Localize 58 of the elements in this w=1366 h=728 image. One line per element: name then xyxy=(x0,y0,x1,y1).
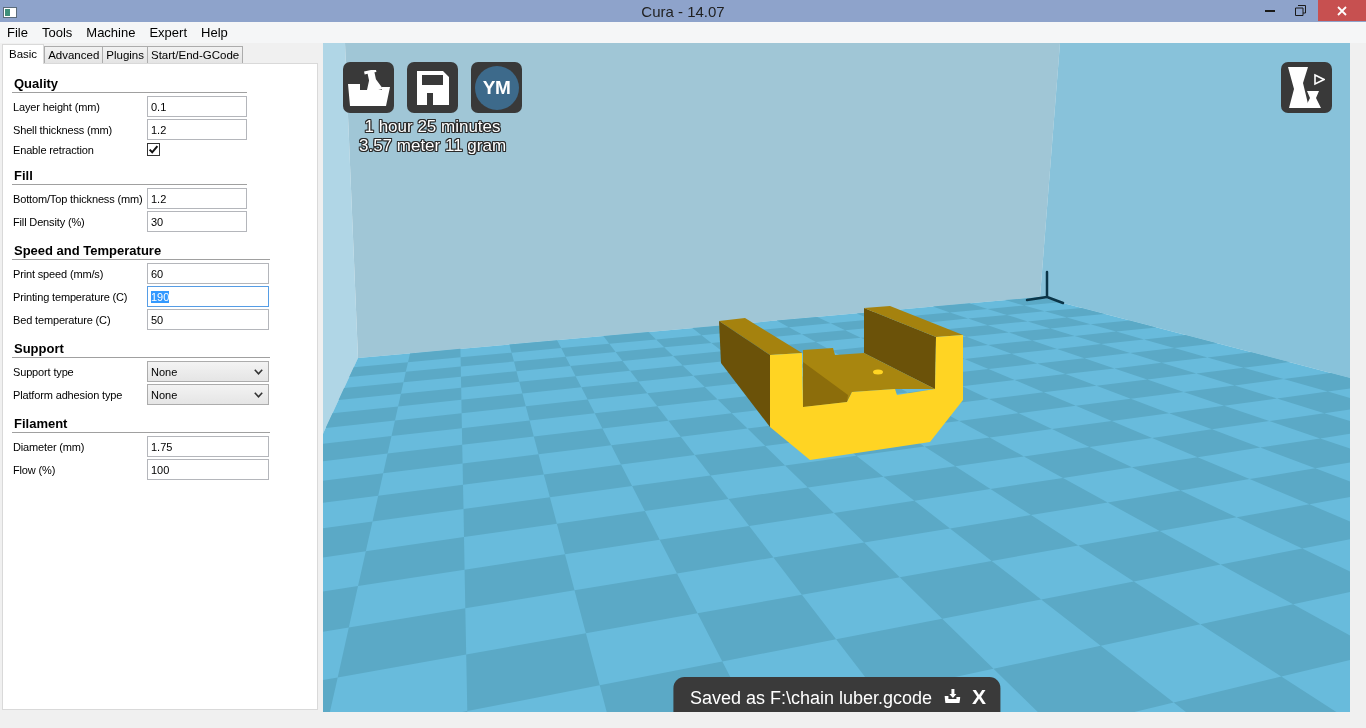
app-icon xyxy=(3,7,17,18)
field-label: Flow (%) xyxy=(13,463,57,476)
field-label: Bed temperature (C) xyxy=(13,313,112,326)
field-label: Shell thickness (mm) xyxy=(13,123,114,136)
printed-part-drawing[interactable] xyxy=(719,306,963,460)
field-label: Printing temperature (C) xyxy=(13,290,129,303)
menu-item[interactable]: Help xyxy=(194,23,235,42)
menu-item[interactable]: File xyxy=(0,23,35,42)
field-label: Enable retraction xyxy=(13,143,95,156)
tab[interactable]: Start/End-GCode xyxy=(147,46,244,63)
field-label: Fill Density (%) xyxy=(13,215,86,228)
dropdown[interactable]: None xyxy=(147,384,269,405)
section-heading: Filament xyxy=(12,413,270,433)
upload-button[interactable]: YM xyxy=(471,62,522,113)
view-mode-button[interactable] xyxy=(1281,62,1332,113)
field-label: Bottom/Top thickness (mm) xyxy=(13,192,144,205)
restore-icon xyxy=(1294,5,1306,16)
tab[interactable]: Plugins xyxy=(102,46,148,63)
tab[interactable]: Basic xyxy=(2,44,45,64)
chevron-down-icon xyxy=(254,368,263,375)
tab[interactable]: Advanced xyxy=(44,46,104,63)
text-field[interactable]: 60 xyxy=(147,263,269,284)
checkbox[interactable] xyxy=(147,143,160,156)
text-field[interactable]: 100 xyxy=(147,459,269,480)
field-label: Layer height (mm) xyxy=(13,100,101,113)
text-field[interactable]: 50 xyxy=(147,309,269,330)
close-icon xyxy=(1337,5,1347,16)
menu-item[interactable]: Machine xyxy=(79,23,143,42)
axis-gizmo-icon xyxy=(1025,270,1065,305)
text-field[interactable]: 1.2 xyxy=(147,119,247,140)
minimize-icon xyxy=(1265,9,1275,12)
section-heading: Fill xyxy=(12,165,247,185)
save-button[interactable] xyxy=(407,62,458,113)
close-button[interactable] xyxy=(1318,0,1366,21)
close-button[interactable]: X xyxy=(972,685,987,709)
chevron-down-icon xyxy=(254,391,263,398)
field-label: Support type xyxy=(13,365,75,378)
field-label: Platform adhesion type xyxy=(13,388,124,401)
window-title: Cura - 14.07 xyxy=(641,2,725,20)
text-field[interactable]: 0.1 xyxy=(147,96,247,117)
notification-message: Saved as F:\chain luber.gcode xyxy=(689,687,933,709)
vase-shape-icon xyxy=(1288,67,1325,108)
dropdown[interactable]: None xyxy=(147,361,269,382)
section-heading: Speed and Temperature xyxy=(12,240,270,260)
menu-item[interactable]: Expert xyxy=(142,23,195,42)
tray-icon[interactable] xyxy=(944,689,961,703)
text-field[interactable]: 1.2 xyxy=(147,188,247,209)
text-field[interactable]: 1.75 xyxy=(147,436,269,457)
load-button[interactable] xyxy=(343,62,394,113)
menu-item[interactable]: Tools xyxy=(34,23,80,42)
print-time: 1 hour 25 minutes xyxy=(364,117,501,136)
tray-with-flask-icon xyxy=(347,69,390,106)
section-heading: Support xyxy=(12,338,270,358)
text-field[interactable]: 30 xyxy=(147,211,247,232)
filament-usage: 3.57 meter 11 gram xyxy=(358,136,507,155)
field-label: Print speed (mm/s) xyxy=(13,267,105,280)
field-label: Diameter (mm) xyxy=(13,440,86,453)
section-heading: Quality xyxy=(12,73,247,93)
